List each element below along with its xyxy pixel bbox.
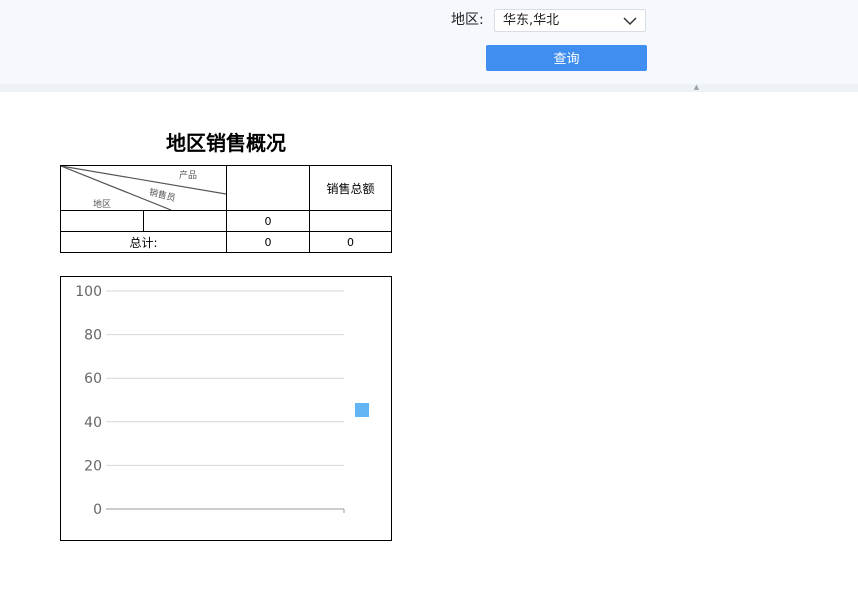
corner-label-product: 产品 xyxy=(179,171,198,181)
y-tick-label: 100 xyxy=(75,284,102,300)
region-select-value: 华东,华北 xyxy=(503,13,560,28)
collapse-toggle-icon[interactable]: ▲ xyxy=(693,84,700,91)
total-amount: 0 xyxy=(226,231,310,253)
legend-swatch xyxy=(355,403,369,417)
y-tick-label: 80 xyxy=(84,328,102,344)
cell-amount: 0 xyxy=(226,210,310,232)
chart-canvas: 0 20 40 60 80 100 xyxy=(75,284,369,518)
panel-divider xyxy=(0,84,858,92)
table-header-row: 产品 销售员 地区 销售总额 xyxy=(60,165,392,211)
chevron-down-icon xyxy=(623,17,637,26)
cell-total xyxy=(309,210,392,232)
cell-region xyxy=(60,210,144,232)
y-tick-label: 20 xyxy=(84,458,102,474)
query-button[interactable]: 查询 xyxy=(486,45,647,71)
grand-total: 0 xyxy=(309,231,392,253)
table-row: 0 xyxy=(60,210,392,232)
y-tick-label: 40 xyxy=(84,415,102,431)
sales-summary-table: 产品 销售员 地区 销售总额 0 总计: 0 0 xyxy=(60,165,392,253)
cell-salesperson xyxy=(143,210,227,232)
y-tick-label: 60 xyxy=(84,371,102,387)
header-product-cell xyxy=(226,165,310,211)
report-title: 地区销售概况 xyxy=(166,131,286,155)
corner-label-region: 地区 xyxy=(93,200,112,210)
region-label: 地区: xyxy=(451,12,484,28)
diagonal-lines xyxy=(61,166,226,210)
y-tick-label: 0 xyxy=(93,502,102,518)
filter-bar xyxy=(0,0,858,84)
diagonal-header-cell: 产品 销售员 地区 xyxy=(60,165,227,211)
sales-chart: 0 20 40 60 80 100 xyxy=(60,276,392,541)
header-total-cell: 销售总额 xyxy=(309,165,392,211)
total-label: 总计: xyxy=(60,231,227,253)
region-select[interactable]: 华东,华北 xyxy=(494,9,646,32)
total-row: 总计: 0 0 xyxy=(60,231,392,253)
